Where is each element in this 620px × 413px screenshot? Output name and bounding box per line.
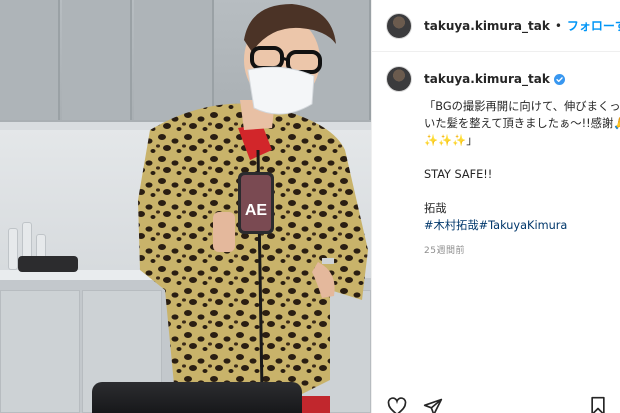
post-caption: takuya.kimura_tak 「BGの撮影再開に向けて、伸びまくっ いた髪… xyxy=(386,66,620,260)
username-link[interactable]: takuya.kimura_tak xyxy=(424,19,550,33)
follow-button[interactable]: フォローする xyxy=(567,17,620,34)
chair-back xyxy=(92,382,302,413)
post-header: takuya.kimura_tak • フォローする xyxy=(372,0,620,52)
caption-text: 「BGの撮影再開に向けて、伸びまくっ いた髪を整えて頂きましたぁ〜!!感謝🙏 ✨… xyxy=(424,98,620,260)
hashtag-links[interactable]: #木村拓哉#TakuyaKimura xyxy=(424,217,616,234)
signature-text: 拓哉 xyxy=(424,202,447,215)
person-illustration: AE xyxy=(138,4,368,413)
like-button[interactable] xyxy=(386,396,408,413)
send-icon xyxy=(423,398,443,413)
caption-line: いた髪を整えて頂きましたぁ〜!!感謝🙏 xyxy=(424,117,620,130)
action-bar xyxy=(386,396,444,413)
caption-username-link[interactable]: takuya.kimura_tak xyxy=(424,72,550,86)
verified-badge-icon xyxy=(553,73,565,85)
caption-avatar[interactable] xyxy=(386,66,412,92)
separator-dot: • xyxy=(554,18,562,33)
phone-case-text: AE xyxy=(245,202,268,219)
heart-icon xyxy=(387,397,407,413)
stay-safe-text: STAY SAFE!! xyxy=(424,168,493,181)
post-photo[interactable]: AE xyxy=(0,0,371,413)
caption-line: ✨✨✨」 xyxy=(424,134,478,147)
caption-line: 「BGの撮影再開に向けて、伸びまくっ xyxy=(424,100,620,113)
post-sidebar: takuya.kimura_tak • フォローする takuya.kimura… xyxy=(371,0,620,413)
avatar[interactable] xyxy=(386,12,412,39)
bookmark-icon xyxy=(591,396,605,413)
hand xyxy=(213,212,235,252)
post-timestamp[interactable]: 25週間前 xyxy=(424,243,616,260)
share-button[interactable] xyxy=(422,396,444,413)
face-mask xyxy=(247,66,315,115)
save-button[interactable] xyxy=(588,396,610,413)
